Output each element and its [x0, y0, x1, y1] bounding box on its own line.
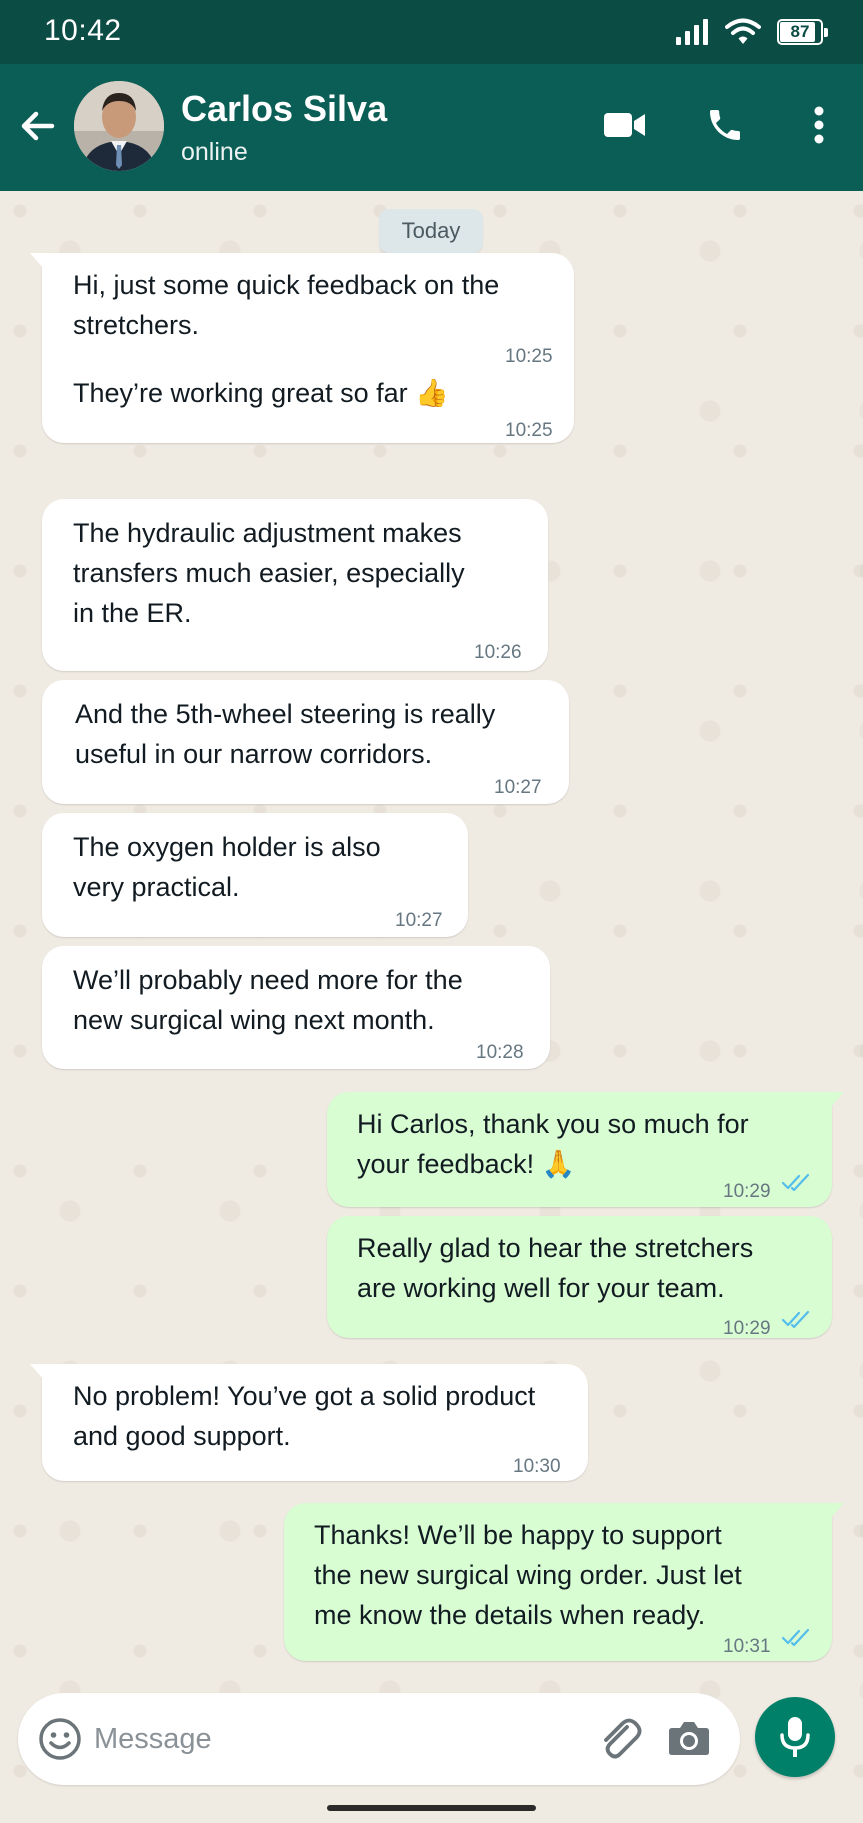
- message-bubble-incoming[interactable]: No problem! You’ve got a solid product a…: [30, 1364, 588, 1481]
- status-icons: 87: [675, 14, 828, 50]
- message-bubble-outgoing[interactable]: Hi Carlos, thank you so much for your fe…: [327, 1092, 844, 1207]
- message-composer: [18, 1693, 740, 1785]
- contact-name[interactable]: Carlos Silva: [181, 88, 387, 130]
- message-text: The hydraulic adjustment makes transfers…: [73, 518, 465, 628]
- message-time: 10:27: [494, 777, 542, 798]
- home-indicator[interactable]: [327, 1805, 536, 1811]
- voice-call-button[interactable]: [700, 100, 750, 150]
- message-time: 10:25: [505, 420, 553, 441]
- message-time: 10:28: [476, 1042, 524, 1063]
- message-time: 10:25: [505, 346, 553, 367]
- message-bubble-incoming[interactable]: The hydraulic adjustment makes transfers…: [42, 499, 548, 671]
- message-time: 10:27: [395, 910, 443, 931]
- chat-header: Carlos Silva online: [0, 64, 863, 191]
- wifi-icon: [725, 18, 761, 44]
- read-receipt-icon: [781, 1173, 810, 1192]
- back-button[interactable]: [16, 104, 60, 148]
- message-text: And the 5th-wheel steering is really use…: [75, 699, 496, 769]
- message-time: 10:29: [723, 1181, 771, 1202]
- phone-icon: [710, 110, 740, 140]
- status-bar: 10:42 87: [0, 0, 863, 64]
- message-time: 10:26: [474, 642, 522, 663]
- message-text: No problem! You’ve got a solid product a…: [73, 1381, 536, 1451]
- message-text: Thanks! We’ll be happy to support the ne…: [314, 1520, 742, 1630]
- message-bubble-incoming[interactable]: We’ll probably need more for the new sur…: [42, 946, 550, 1069]
- camera-button[interactable]: [664, 1713, 714, 1763]
- attach-button[interactable]: [594, 1713, 644, 1763]
- camera-icon: [669, 1722, 709, 1755]
- kebab-menu-icon: [814, 106, 824, 144]
- emoji-button[interactable]: [36, 1715, 84, 1763]
- message-bubble-outgoing[interactable]: Really glad to hear the stretchers are w…: [327, 1216, 832, 1339]
- avatar[interactable]: [74, 81, 164, 171]
- battery-level: 87: [790, 22, 810, 41]
- message-input[interactable]: [94, 1713, 494, 1765]
- read-receipt-icon: [781, 1628, 810, 1647]
- chat-area[interactable]: Today Hi, just some quick feedback on th…: [0, 191, 863, 1823]
- whatsapp-chat-screen: 10:42 87 Carlos Silva online Today Hi, j…: [0, 0, 863, 1823]
- video-call-button[interactable]: [600, 100, 650, 150]
- arrow-left-icon: [21, 111, 55, 141]
- voice-message-button[interactable]: [755, 1697, 835, 1777]
- read-receipt-icon: [781, 1310, 810, 1329]
- microphone-icon: [780, 1717, 810, 1757]
- message-text: Really glad to hear the stretchers are w…: [357, 1233, 754, 1303]
- message-bubble-incoming[interactable]: The oxygen holder is also very practical…: [42, 813, 468, 937]
- paperclip-icon: [604, 1718, 642, 1759]
- video-camera-icon: [604, 113, 645, 137]
- message-text: Hi, just some quick feedback on the stre…: [73, 270, 500, 340]
- date-chip: Today: [379, 209, 483, 253]
- message-bubble-outgoing[interactable]: Thanks! We’ll be happy to support the ne…: [284, 1503, 844, 1661]
- message-time: 10:29: [723, 1318, 771, 1339]
- message-bubble-incoming[interactable]: And the 5th-wheel steering is really use…: [42, 680, 569, 804]
- message-text: We’ll probably need more for the new sur…: [73, 965, 463, 1035]
- contact-status: online: [181, 138, 248, 166]
- message-text: The oxygen holder is also very practical…: [73, 832, 381, 902]
- contact-photo: [74, 81, 164, 171]
- smiley-icon: [39, 1718, 81, 1760]
- battery-icon: 87: [777, 19, 828, 45]
- signal-icon: [676, 19, 708, 45]
- menu-button[interactable]: [794, 100, 844, 150]
- message-time: 10:31: [723, 1636, 771, 1657]
- message-text: They’re working great so far 👍: [73, 378, 449, 408]
- status-time: 10:42: [44, 14, 122, 47]
- message-time: 10:30: [513, 1456, 561, 1477]
- message-bubble-incoming[interactable]: Hi, just some quick feedback on the stre…: [30, 253, 574, 443]
